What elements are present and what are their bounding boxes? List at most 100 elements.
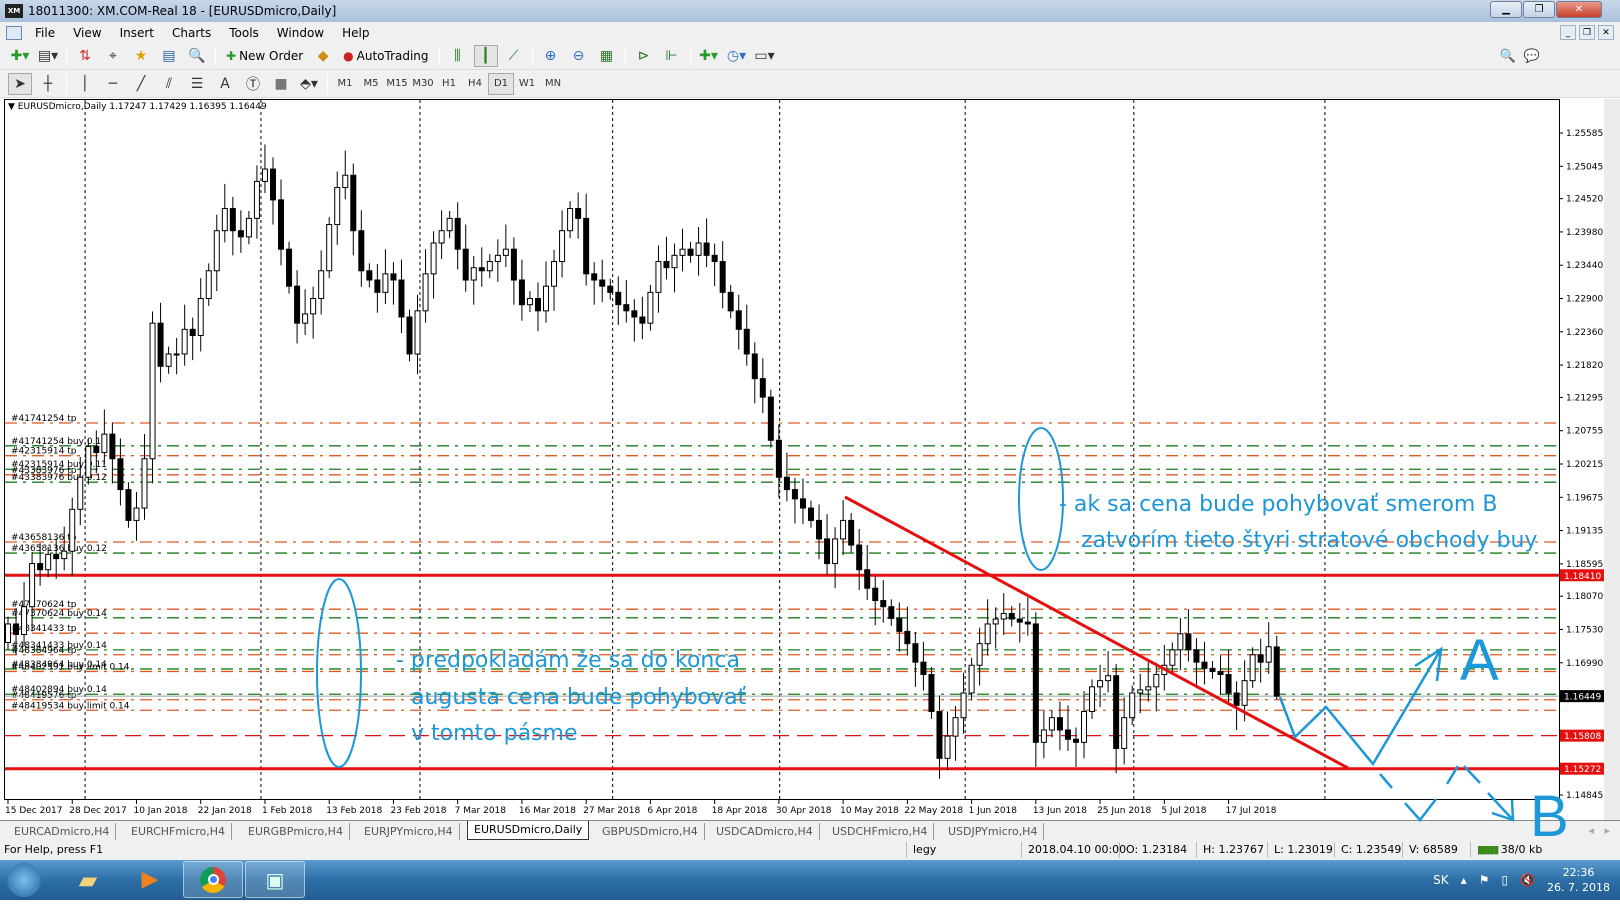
cursor-icon[interactable]: ➤ [8,72,32,95]
menu-window[interactable]: Window [268,26,333,40]
window-edge [1604,99,1620,820]
power-icon[interactable]: ▯ [1501,873,1508,887]
chat-icon[interactable]: 💬 [1524,49,1540,64]
equidistant-channel-icon[interactable]: ⫽ [157,73,181,95]
data-window-icon[interactable]: ⌖ [101,45,125,67]
text-label-icon[interactable]: Ⓣ [241,73,265,95]
chart-window-icon[interactable] [6,25,22,40]
new-order-button[interactable]: ✚ New Order [222,45,307,67]
metatrader-icon: ▣ [265,867,285,892]
child-minimize-button[interactable]: _ [1560,25,1576,40]
auto-scroll-icon[interactable]: ⊳ [632,45,656,67]
start-button[interactable] [2,861,46,898]
clock-time: 22:36 [1562,866,1595,879]
tab-usdcad[interactable]: USDCADmicro,H4 [710,823,820,840]
indicators-icon[interactable]: ✚▾ [697,45,721,67]
maximize-button[interactable]: ❐ [1523,1,1555,18]
menu-view[interactable]: View [64,26,110,40]
new-chart-icon[interactable]: ✚▾ [8,45,32,67]
tab-usdchf[interactable]: USDCHFmicro,H4 [826,823,935,840]
new-order-icon: ✚ [226,49,237,63]
timeframe-m30[interactable]: M30 [410,73,436,95]
timeframe-mn[interactable]: MN [540,73,566,95]
chart-area[interactable] [4,99,1560,800]
tile-windows-icon[interactable]: ▦ [595,45,619,67]
close-button[interactable]: ✕ [1556,1,1602,18]
navigator-icon[interactable]: ★ [129,45,153,67]
tab-eurgbp[interactable]: EURGBPmicro,H4 [242,823,350,840]
window-title: 18011300: XM.COM-Real 18 - [EURUSDmicro,… [28,4,337,18]
show-hidden-icons-icon[interactable]: ▴ [1461,873,1467,887]
timeframe-h4[interactable]: H4 [462,73,488,95]
new-order-label: New Order [239,49,304,63]
child-close-button[interactable]: ✕ [1598,25,1614,40]
profiles-icon[interactable]: ▤▾ [36,45,60,67]
arrows-icon[interactable]: ⬘▾ [297,73,321,95]
chrome-taskbar-button[interactable] [183,861,243,898]
status-open: O: 1.23184 [1119,842,1187,858]
chart-shift-icon[interactable]: ⊩ [660,45,684,67]
system-tray: SK ▴ ⚑ ▯ 🔇 22:36 26. 7. 2018 [1433,860,1610,900]
action-center-flag-icon[interactable]: ⚑ [1479,873,1490,887]
menu-file[interactable]: File [26,26,64,40]
strategy-tester-icon[interactable]: 🔍 [185,45,209,67]
timeframe-m5[interactable]: M5 [358,73,384,95]
metaeditor-icon[interactable]: ◆ [311,45,335,67]
media-player-taskbar-button[interactable]: ▶ [120,861,180,898]
menu-help[interactable]: Help [333,26,378,40]
terminal-icon[interactable]: ▤ [157,45,181,67]
timeframe-m15[interactable]: M15 [384,73,410,95]
windows-logo-icon [7,862,41,897]
clock[interactable]: 22:36 26. 7. 2018 [1547,865,1610,895]
crosshair-icon[interactable]: ┼ [36,73,60,95]
search-icon[interactable]: 🔍 [1500,49,1516,64]
annotation-left-line-2: augusta cena bude pohybovať [411,685,747,710]
tab-eurchf[interactable]: EURCHFmicro,H4 [125,823,232,840]
autotrading-button[interactable]: ● AutoTrading [339,45,432,67]
tab-scroll-left-icon[interactable]: ◂ [1588,824,1594,837]
language-indicator[interactable]: SK [1433,873,1449,887]
zoom-out-icon[interactable]: ⊖ [567,45,591,67]
zoom-in-icon[interactable]: ⊕ [539,45,563,67]
scenario-a-label: A [1460,628,1499,693]
volume-muted-icon[interactable]: 🔇 [1520,873,1535,887]
bar-chart-icon[interactable]: ⫼ [446,45,470,67]
annotation-right-line-2: zatvorím tieto štyri stratové obchody bu… [1081,528,1538,553]
price-axis[interactable] [1560,99,1604,800]
time-axis[interactable] [0,800,1604,820]
line-chart-icon[interactable]: ⟋ [502,45,526,67]
minimize-button[interactable]: ▁ [1490,1,1522,18]
folder-icon: ▰ [78,865,98,894]
timeframe-w1[interactable]: W1 [514,73,540,95]
symbol-ohlc-readout: EURUSDmicro,Daily 1.17247 1.17429 1.1639… [17,102,267,112]
fibonacci-icon[interactable]: ☰ [185,73,209,95]
templates-icon[interactable]: ▭▾ [753,45,777,67]
explorer-taskbar-button[interactable]: ▰ [58,861,118,898]
horizontal-line-icon[interactable]: ─ [101,73,125,95]
candlestick-icon[interactable]: ┃ [473,45,498,67]
timeframe-d1[interactable]: D1 [488,72,514,95]
market-watch-icon[interactable]: ⇅ [73,45,97,67]
timeframe-h1[interactable]: H1 [436,73,462,95]
tab-usdjpy[interactable]: USDJPYmicro,H4 [942,823,1045,840]
trendline-icon[interactable]: ╱ [129,73,153,95]
text-tool-icon[interactable]: A [213,73,237,95]
tab-scroll-right-icon[interactable]: ▸ [1604,824,1610,837]
menu-tools[interactable]: Tools [220,26,268,40]
rectangle-icon[interactable]: ■ [269,73,293,95]
timeframe-m1[interactable]: M1 [332,73,358,95]
tab-eurusd[interactable]: EURUSDmicro,Daily [467,821,590,840]
vertical-line-icon[interactable]: │ [73,73,97,95]
menu-insert[interactable]: Insert [111,26,163,40]
child-restore-button[interactable]: ❐ [1579,25,1595,40]
periods-clock-icon[interactable]: ◷▾ [725,45,749,67]
tab-gbpusd[interactable]: GBPUSDmicro,H4 [596,823,705,840]
title-bar: XM 18011300: XM.COM-Real 18 - [EURUSDmic… [0,0,1620,22]
tab-eurjpy[interactable]: EURJPYmicro,H4 [358,823,460,840]
status-low: L: 1.23019 [1267,842,1333,858]
status-help: For Help, press F1 [4,843,104,856]
menu-charts[interactable]: Charts [163,26,220,40]
menu-bar: File View Insert Charts Tools Window Hel… [0,22,1620,43]
tab-eurcad[interactable]: EURCADmicro,H4 [8,823,117,840]
metatrader-taskbar-button[interactable]: ▣ [245,861,305,898]
